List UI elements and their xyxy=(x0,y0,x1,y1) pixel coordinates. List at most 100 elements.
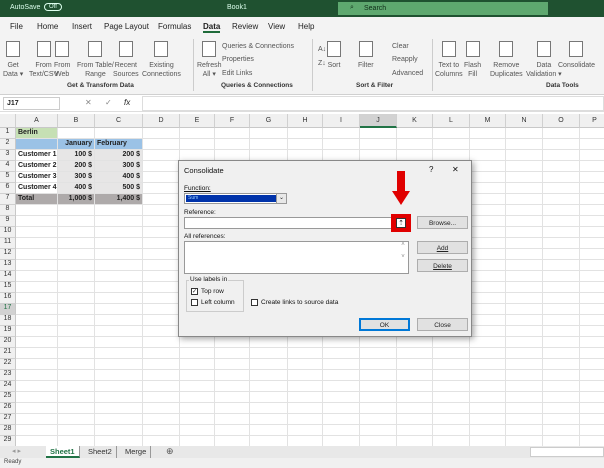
cell-C11[interactable] xyxy=(95,238,143,249)
cell-F20[interactable] xyxy=(215,337,250,348)
cell-B12[interactable] xyxy=(58,249,95,260)
row-header-16[interactable]: 16 xyxy=(0,293,16,304)
cell-I21[interactable] xyxy=(323,348,360,359)
cell-M12[interactable] xyxy=(470,249,506,260)
cell-C10[interactable] xyxy=(95,227,143,238)
cell-N17[interactable] xyxy=(506,304,543,315)
cell-D4[interactable] xyxy=(143,161,180,172)
cell-O11[interactable] xyxy=(543,238,580,249)
cell-C15[interactable] xyxy=(95,282,143,293)
cell-D10[interactable] xyxy=(143,227,180,238)
cell-F2[interactable] xyxy=(215,139,250,150)
cell-P29[interactable] xyxy=(580,436,604,446)
cell-P7[interactable] xyxy=(580,194,604,205)
ribbon-button-consolidate[interactable]: Consolidate xyxy=(558,41,595,70)
cell-A2[interactable] xyxy=(16,139,58,150)
cell-B22[interactable] xyxy=(58,359,95,370)
cell-D20[interactable] xyxy=(143,337,180,348)
cell-O18[interactable] xyxy=(543,315,580,326)
cell-O4[interactable] xyxy=(543,161,580,172)
cell-H28[interactable] xyxy=(288,425,323,436)
create-links-checkbox[interactable] xyxy=(251,299,258,306)
cell-M15[interactable] xyxy=(470,282,506,293)
delete-button[interactable]: Delete xyxy=(417,259,468,272)
cell-O6[interactable] xyxy=(543,183,580,194)
cell-L24[interactable] xyxy=(433,381,470,392)
cell-C28[interactable] xyxy=(95,425,143,436)
cell-J27[interactable] xyxy=(360,414,397,425)
cell-C8[interactable] xyxy=(95,205,143,216)
cell-H22[interactable] xyxy=(288,359,323,370)
ribbon-button-fromtablerange[interactable]: From Table/Range xyxy=(77,41,114,79)
cell-D19[interactable] xyxy=(143,326,180,337)
cell-A7[interactable]: Total xyxy=(16,194,58,205)
cell-I22[interactable] xyxy=(323,359,360,370)
cell-L23[interactable] xyxy=(433,370,470,381)
cell-A25[interactable] xyxy=(16,392,58,403)
column-header-N[interactable]: N xyxy=(506,114,543,128)
cell-N5[interactable] xyxy=(506,172,543,183)
column-header-M[interactable]: M xyxy=(470,114,506,128)
cell-P10[interactable] xyxy=(580,227,604,238)
cell-L22[interactable] xyxy=(433,359,470,370)
cell-E2[interactable] xyxy=(180,139,215,150)
cell-C6[interactable]: 500 $ xyxy=(95,183,143,194)
cell-C17[interactable] xyxy=(95,304,143,315)
cell-B8[interactable] xyxy=(58,205,95,216)
cell-A15[interactable] xyxy=(16,282,58,293)
cell-M27[interactable] xyxy=(470,414,506,425)
cell-L27[interactable] xyxy=(433,414,470,425)
column-header-B[interactable]: B xyxy=(58,114,95,128)
menu-data[interactable]: Data xyxy=(203,22,221,33)
cell-D7[interactable] xyxy=(143,194,180,205)
cell-C16[interactable] xyxy=(95,293,143,304)
cell-P2[interactable] xyxy=(580,139,604,150)
cell-L26[interactable] xyxy=(433,403,470,414)
cell-N2[interactable] xyxy=(506,139,543,150)
cell-B24[interactable] xyxy=(58,381,95,392)
cell-O29[interactable] xyxy=(543,436,580,446)
cell-M11[interactable] xyxy=(470,238,506,249)
cell-J25[interactable] xyxy=(360,392,397,403)
cell-J29[interactable] xyxy=(360,436,397,446)
cell-N23[interactable] xyxy=(506,370,543,381)
row-header-29[interactable]: 29 xyxy=(0,436,16,446)
scrollbar[interactable]: ˄ ˅ xyxy=(398,242,408,273)
column-header-H[interactable]: H xyxy=(288,114,323,128)
cell-N16[interactable] xyxy=(506,293,543,304)
ribbon-reapply[interactable]: Reapply xyxy=(392,56,418,63)
cell-D21[interactable] xyxy=(143,348,180,359)
cell-D29[interactable] xyxy=(143,436,180,446)
browse-button[interactable]: Browse... xyxy=(417,216,468,229)
cell-N1[interactable] xyxy=(506,128,543,139)
row-header-21[interactable]: 21 xyxy=(0,348,16,359)
ribbon-button-recentsources[interactable]: Recent Sources xyxy=(113,41,139,79)
scroll-tabs-icon[interactable]: ◂ ▸ xyxy=(12,447,21,455)
cell-I1[interactable] xyxy=(323,128,360,139)
cell-O3[interactable] xyxy=(543,150,580,161)
cell-A6[interactable]: Customer 4 xyxy=(16,183,58,194)
cell-N3[interactable] xyxy=(506,150,543,161)
cell-N20[interactable] xyxy=(506,337,543,348)
cell-I24[interactable] xyxy=(323,381,360,392)
sort-icon[interactable]: A↓ Z↓ xyxy=(318,43,326,71)
cell-M6[interactable] xyxy=(470,183,506,194)
cell-P25[interactable] xyxy=(580,392,604,403)
cell-P15[interactable] xyxy=(580,282,604,293)
cell-F26[interactable] xyxy=(215,403,250,414)
cell-I26[interactable] xyxy=(323,403,360,414)
cell-C22[interactable] xyxy=(95,359,143,370)
cell-M24[interactable] xyxy=(470,381,506,392)
cell-P4[interactable] xyxy=(580,161,604,172)
cell-C5[interactable]: 400 $ xyxy=(95,172,143,183)
cell-P21[interactable] xyxy=(580,348,604,359)
cell-N22[interactable] xyxy=(506,359,543,370)
cell-H2[interactable] xyxy=(288,139,323,150)
cell-O23[interactable] xyxy=(543,370,580,381)
cell-K28[interactable] xyxy=(397,425,433,436)
cell-D25[interactable] xyxy=(143,392,180,403)
cell-K20[interactable] xyxy=(397,337,433,348)
ok-button[interactable]: OK xyxy=(359,318,410,331)
cell-A28[interactable] xyxy=(16,425,58,436)
row-header-9[interactable]: 9 xyxy=(0,216,16,227)
